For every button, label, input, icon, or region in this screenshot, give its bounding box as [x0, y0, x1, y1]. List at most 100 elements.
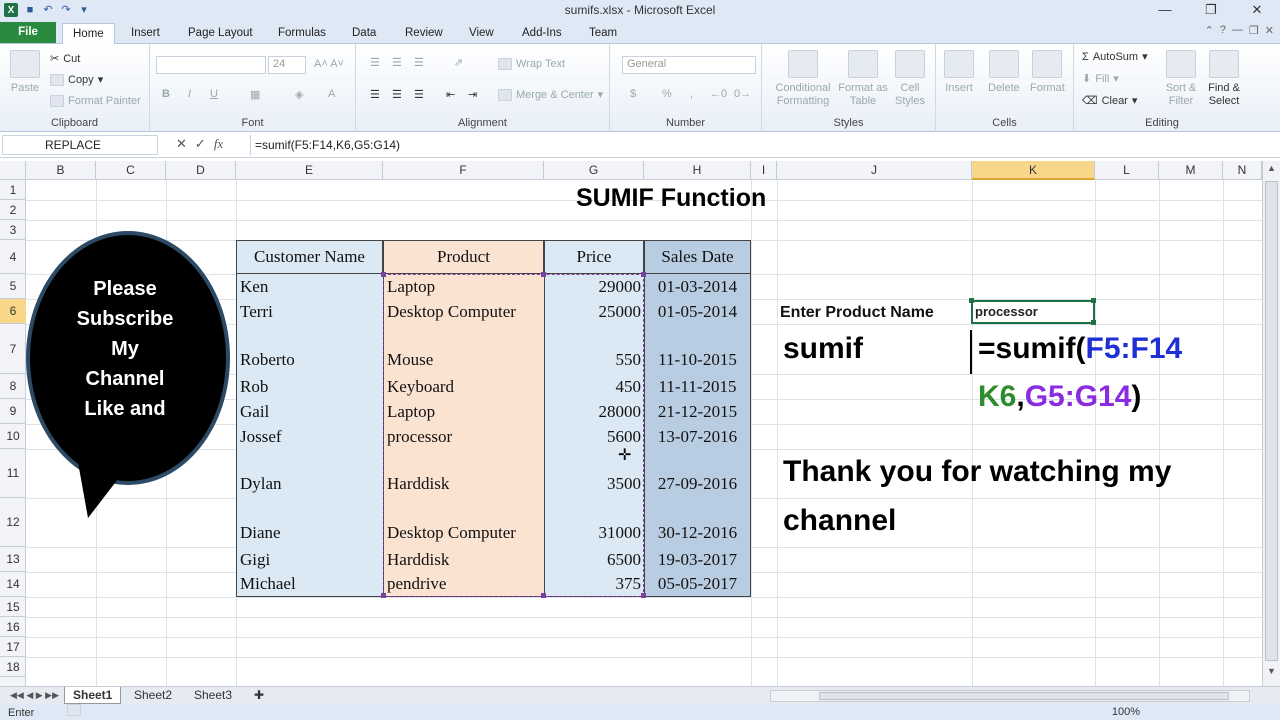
cell-styles-button[interactable]: Cell Styles: [892, 50, 928, 108]
wrap-text-button[interactable]: Wrap Text: [498, 58, 565, 70]
tab-page-layout[interactable]: Page Layout: [178, 23, 263, 44]
align-bottom-icon[interactable]: ☰: [414, 56, 424, 69]
sheet-tab-1[interactable]: Sheet1: [64, 687, 122, 704]
vertical-scrollbar[interactable]: ▲ ▼: [1262, 161, 1280, 686]
tab-add-ins[interactable]: Add-Ins: [512, 23, 572, 44]
cut-button[interactable]: ✂ Cut: [50, 52, 80, 66]
col-header-f[interactable]: F: [383, 161, 544, 180]
cell-product[interactable]: Harddisk: [383, 449, 544, 498]
row-header-2[interactable]: 2: [0, 200, 26, 220]
cell-price[interactable]: 375: [544, 572, 644, 597]
align-right-icon[interactable]: ☰: [414, 88, 424, 101]
row-header-3[interactable]: 3: [0, 220, 26, 240]
cell-product[interactable]: Laptop: [383, 399, 544, 424]
font-name-dropdown[interactable]: [156, 56, 266, 74]
italic-button[interactable]: I: [188, 88, 191, 100]
header-customer-name[interactable]: Customer Name: [236, 240, 383, 274]
sheet-nav-icons[interactable]: ◀◀ ◀ ▶ ▶▶: [2, 687, 67, 704]
percent-icon[interactable]: %: [662, 88, 672, 100]
ribbon-minimize-icon[interactable]: ⌃: [1205, 24, 1214, 37]
cell-price[interactable]: 28000: [544, 399, 644, 424]
align-left-icon[interactable]: ☰: [370, 88, 380, 101]
cell-price[interactable]: 450: [544, 374, 644, 399]
tab-team[interactable]: Team: [579, 23, 627, 44]
cell-date[interactable]: 19-03-2017: [644, 547, 751, 572]
tab-home[interactable]: Home: [62, 23, 115, 45]
cell-date[interactable]: 01-05-2014: [644, 299, 751, 324]
align-center-icon[interactable]: ☰: [392, 88, 402, 101]
col-header-d[interactable]: D: [166, 161, 236, 180]
col-header-h[interactable]: H: [644, 161, 751, 180]
row-header-8[interactable]: 8: [0, 374, 26, 399]
grow-font-icon[interactable]: A˄ A˅: [314, 58, 344, 70]
cell-date[interactable]: 21-12-2015: [644, 399, 751, 424]
save-icon[interactable]: ■: [24, 4, 36, 16]
borders-icon[interactable]: ▦: [250, 88, 260, 101]
cell-product[interactable]: Harddisk: [383, 547, 544, 572]
col-header-n[interactable]: N: [1223, 161, 1262, 180]
align-middle-icon[interactable]: ☰: [392, 56, 402, 69]
col-header-e[interactable]: E: [236, 161, 383, 180]
vertical-scroll-thumb[interactable]: [1265, 181, 1278, 661]
selection-handle[interactable]: [541, 272, 546, 277]
customize-qa-icon[interactable]: ▾: [78, 4, 90, 16]
cell-price[interactable]: 550: [544, 324, 644, 374]
tab-file[interactable]: File: [0, 22, 56, 43]
cell-customer[interactable]: Dylan: [236, 449, 383, 498]
header-price[interactable]: Price: [544, 240, 644, 274]
row-header-9[interactable]: 9: [0, 399, 26, 424]
header-sales-date[interactable]: Sales Date: [644, 240, 751, 274]
minimize-button[interactable]: —: [1142, 0, 1188, 20]
col-header-l[interactable]: L: [1095, 161, 1159, 180]
row-header-12[interactable]: 12: [0, 498, 26, 547]
col-header-c[interactable]: C: [96, 161, 166, 180]
cell-product[interactable]: Desktop Computer: [383, 299, 544, 324]
find-select-button[interactable]: Find & Select: [1202, 50, 1246, 108]
cell-product[interactable]: Mouse: [383, 324, 544, 374]
col-header-j[interactable]: J: [777, 161, 972, 180]
font-color-icon[interactable]: A: [328, 88, 335, 100]
bold-button[interactable]: B: [162, 88, 170, 100]
macro-record-icon[interactable]: [67, 704, 82, 716]
cell-k6-input[interactable]: processor: [971, 300, 1095, 324]
scroll-down-icon[interactable]: ▼: [1265, 666, 1278, 680]
sort-filter-button[interactable]: Sort & Filter: [1164, 50, 1198, 108]
cell-product[interactable]: processor: [383, 424, 544, 449]
cell-date[interactable]: 27-09-2016: [644, 449, 751, 498]
format-as-table-button[interactable]: Format as Table: [838, 50, 888, 108]
name-box[interactable]: REPLACE: [2, 135, 158, 155]
horizontal-scroll-thumb[interactable]: [819, 692, 1229, 700]
help-icon[interactable]: ?: [1220, 24, 1226, 37]
decrease-indent-icon[interactable]: ⇤: [446, 88, 455, 101]
cell-customer[interactable]: Jossef: [236, 424, 383, 449]
tab-formulas[interactable]: Formulas: [268, 23, 336, 44]
increase-decimal-icon[interactable]: ←0: [710, 88, 727, 100]
tab-review[interactable]: Review: [395, 23, 453, 44]
cell-price[interactable]: 6500: [544, 547, 644, 572]
doc-minimize-icon[interactable]: —: [1232, 24, 1243, 37]
close-button[interactable]: ✕: [1234, 0, 1280, 20]
conditional-formatting-button[interactable]: Conditional Formatting: [770, 50, 836, 108]
sheet-tab-2[interactable]: Sheet2: [126, 687, 180, 704]
select-all-corner[interactable]: [0, 161, 26, 180]
restore-button[interactable]: ❐: [1188, 0, 1234, 20]
selection-handle[interactable]: [1091, 298, 1096, 303]
cell-customer[interactable]: Gail: [236, 399, 383, 424]
selection-handle[interactable]: [541, 593, 546, 598]
cell-customer[interactable]: Diane: [236, 498, 383, 547]
header-product[interactable]: Product: [383, 240, 544, 274]
row-header-15[interactable]: 15: [0, 597, 26, 617]
selection-handle[interactable]: [641, 272, 646, 277]
cancel-icon[interactable]: ✕: [176, 136, 187, 152]
row-header-1[interactable]: 1: [0, 180, 26, 200]
col-header-b[interactable]: B: [26, 161, 96, 180]
selection-handle[interactable]: [381, 593, 386, 598]
format-painter-button[interactable]: Format Painter: [50, 95, 141, 107]
tab-view[interactable]: View: [459, 23, 504, 44]
insert-cells-button[interactable]: Insert: [944, 50, 974, 94]
doc-restore-icon[interactable]: ❐: [1249, 24, 1259, 37]
cell-product[interactable]: Desktop Computer: [383, 498, 544, 547]
cell-price[interactable]: 25000: [544, 299, 644, 324]
cell-date[interactable]: 13-07-2016: [644, 424, 751, 449]
cell-date[interactable]: 11-11-2015: [644, 374, 751, 399]
